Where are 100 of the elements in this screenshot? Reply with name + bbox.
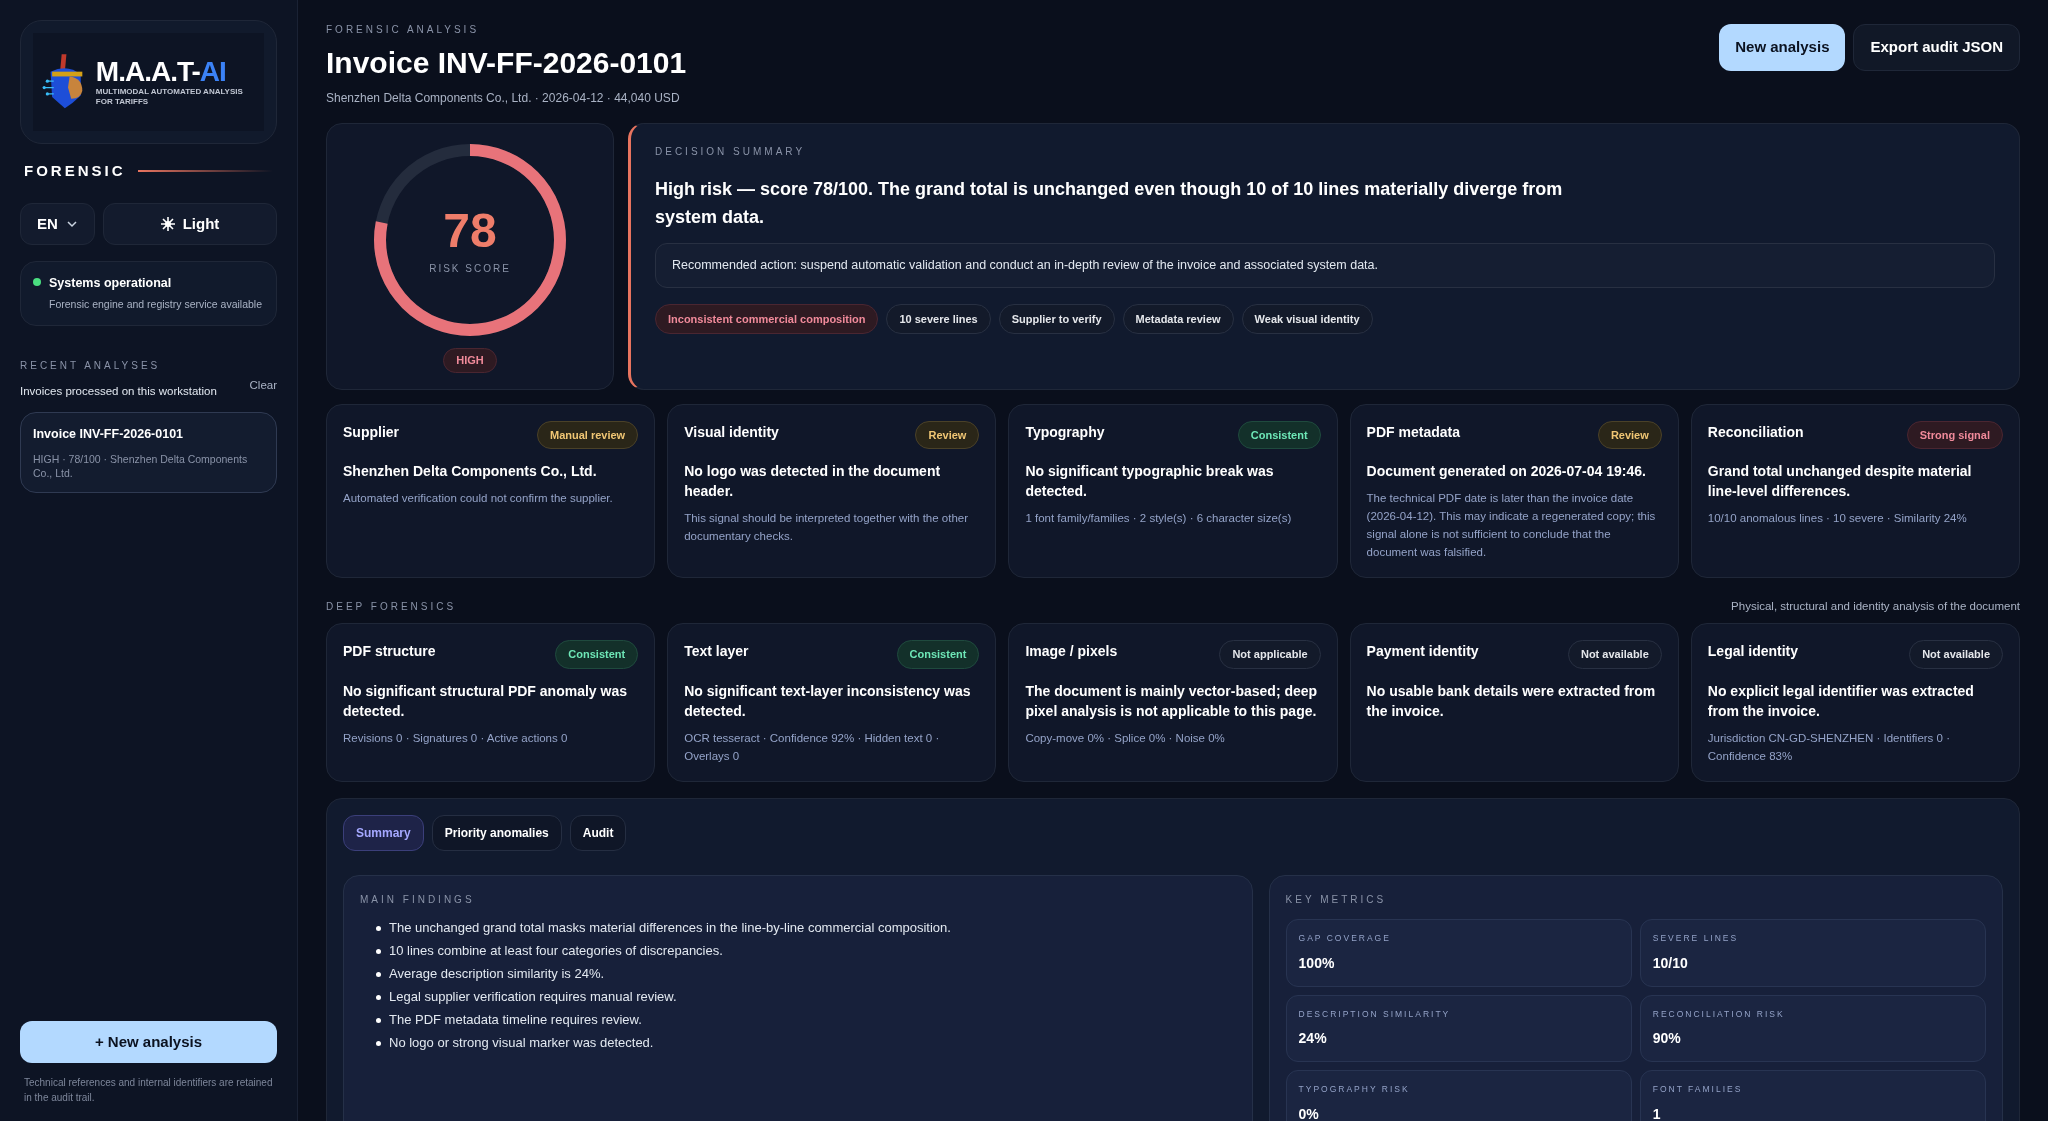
metric-label: DESCRIPTION SIMILARITY (1298, 1007, 1452, 1021)
sun-icon (160, 216, 175, 231)
card-finding: No significant typographic break was detected. (1025, 462, 1275, 501)
card-title: Reconciliation (1707, 422, 1804, 442)
card-finding: No significant text-layer inconsistency was detected. (684, 681, 972, 721)
status-badge: Consistent (896, 640, 980, 669)
footnote: Technical references and internal identifiers are retained in the audit trail. (23, 1076, 274, 1105)
status-badge: Manual review (537, 420, 639, 449)
card-detail: OCR tesseract · Confidence 92% · Hidden text 0 · Overlays 0 (684, 730, 941, 764)
metric-value: 100% (1298, 953, 1336, 973)
card-title: Image / pixels (1025, 642, 1118, 662)
page-eyebrow: FORENSIC ANALYSIS (326, 23, 481, 37)
section-label: DEEP FORENSICS (326, 600, 457, 615)
metric-value: 0% (1298, 1105, 1320, 1121)
bullet-icon (376, 971, 381, 977)
tab[interactable]: Summary (343, 814, 424, 851)
bullet-icon (376, 948, 381, 954)
card-detail: Copy-move 0% · Splice 0% · Noise 0% (1025, 730, 1226, 746)
status-badge: Consistent (1237, 420, 1321, 449)
findings-label: MAIN FINDINGS (360, 892, 476, 907)
recent-subtitle: Invoices processed on this workstation (20, 383, 217, 399)
decision-tag: 10 severe lines (886, 303, 991, 335)
metric-label: TYPOGRAPHY RISK (1298, 1083, 1411, 1096)
finding-item: Average description similarity is 24%. (389, 964, 605, 982)
recent-analysis-item[interactable]: Invoice INV-FF-2026-0101 HIGH · 78/100 · Shenzhen Delta Components Co., Ltd. (20, 411, 277, 493)
metric-value: 1 (1652, 1105, 1662, 1121)
risk-grade: HIGH (443, 348, 497, 373)
export-button[interactable]: Export audit JSON (1853, 24, 2020, 71)
language-select[interactable]: EN (20, 202, 95, 245)
metric-value: 90% (1652, 1029, 1682, 1049)
card-title: Typography (1025, 422, 1105, 442)
page-subtitle: Shenzhen Delta Components Co., Ltd. · 2026-04-12 · 44,040 USD (326, 90, 681, 107)
tab[interactable]: Audit (569, 814, 627, 851)
decision-tag: Weak visual identity (1241, 303, 1373, 335)
card-title: PDF structure (343, 642, 436, 662)
recommended-action: Recommended action: suspend automatic validation and conduct an in-depth review of the invoice and associated system data. (655, 243, 1995, 288)
card-finding: No explicit legal identifier was extracted from the invoice. (1707, 681, 1975, 721)
status-badge: Strong signal (1906, 420, 2003, 449)
status-badge: Review (915, 420, 980, 449)
bullet-icon (376, 1040, 381, 1046)
metric-value: 24% (1298, 1029, 1328, 1049)
finding-item: The unchanged grand total masks material differences in the line-by-line commercial composition. (389, 918, 951, 936)
card-detail: The technical PDF date is later than the invoice date (2026-04-12). This may indicate a regenerated copy; this signal alone is not sufficient to conclude that the document was falsified. (1366, 491, 1657, 560)
bullet-icon (376, 1017, 381, 1023)
status-badge: Not available (1909, 640, 2003, 669)
card-finding: Grand total unchanged despite material line-level differences. (1707, 462, 1973, 501)
recent-detail: HIGH · 78/100 · Shenzhen Delta Components Co., Ltd. (33, 451, 249, 480)
status-badge: Not available (1567, 640, 1662, 669)
metric-label: SEVERE LINES (1652, 931, 1740, 945)
page-title: Invoice INV-FF-2026-0101 (326, 45, 687, 81)
clear-link[interactable]: Clear (249, 376, 277, 394)
card-detail: Revisions 0 · Signatures 0 · Active actions 0 (343, 730, 569, 746)
recent-label: RECENT ANALYSES (20, 358, 162, 373)
tab[interactable]: Priority anomalies (431, 814, 562, 851)
status-badge: Review (1597, 420, 1662, 449)
decision-headline: High risk — score 78/100. The grand total is unchanged even though 10 of 10 lines materially diverge from system data. (655, 178, 1564, 229)
bullet-icon (376, 994, 381, 1000)
metric-label: GAP COVERAGE (1298, 931, 1392, 945)
decision-eyebrow: DECISION SUMMARY (655, 145, 807, 159)
card-finding: Document generated on 2026-07-04 19:46. (1366, 462, 1647, 481)
card-title: Payment identity (1366, 642, 1479, 662)
new-analysis-button[interactable]: New analysis (1719, 24, 1846, 71)
metrics-label: KEY METRICS (1285, 892, 1388, 907)
logo-wordmark: M.A.A.T-AI (95, 57, 227, 87)
card-title: PDF metadata (1366, 422, 1460, 442)
finding-item: The PDF metadata timeline requires review. (389, 1010, 642, 1028)
metric-value: 10/10 (1652, 953, 1689, 973)
card-title: Visual identity (684, 422, 779, 442)
logo-tagline: MULTIMODAL AUTOMATED ANALYSIS FOR TARIFFS (95, 87, 244, 107)
card-title: Supplier (343, 422, 399, 442)
status-detail: Forensic engine and registry service available (49, 296, 263, 312)
card-finding: No significant structural PDF anomaly was detected. (343, 681, 628, 721)
card-title: Text layer (684, 642, 749, 662)
decision-tag: Metadata review (1122, 303, 1234, 335)
decision-tag: Supplier to verify (998, 303, 1115, 335)
card-detail: Automated verification could not confirm the supplier. (343, 491, 614, 506)
metric-label: FONT FAMILIES (1652, 1083, 1744, 1096)
theme-button[interactable]: Light (103, 202, 277, 245)
finding-item: No logo or strong visual marker was detected. (389, 1033, 654, 1051)
card-finding: No logo was detected in the document header. (684, 462, 942, 501)
card-finding: Shenzhen Delta Components Co., Ltd. (343, 462, 598, 481)
card-detail: This signal should be interpreted together with the other documentary checks. (684, 511, 970, 544)
section-caption: Physical, structural and identity analysis of the document (1731, 599, 2020, 614)
card-title: Legal identity (1707, 642, 1799, 662)
metric-label: RECONCILIATION RISK (1652, 1007, 1786, 1021)
risk-score-value: 78 (443, 204, 497, 257)
status-badge: Not applicable (1219, 640, 1321, 669)
section-title: FORENSIC (24, 161, 126, 181)
finding-item: 10 lines combine at least four categories of discrepancies. (389, 941, 723, 959)
finding-item: Legal supplier verification requires manual review. (389, 987, 677, 1005)
card-finding: The document is mainly vector-based; deep pixel analysis is not applicable to this page. (1025, 681, 1319, 721)
status-title: Systems operational (49, 275, 173, 292)
bullet-icon (376, 925, 381, 931)
new-analysis-button[interactable]: + New analysis (20, 1020, 277, 1063)
risk-score-label: RISK SCORE (429, 261, 511, 276)
status-badge: Consistent (555, 640, 639, 669)
card-finding: No usable bank details were extracted from the invoice. (1366, 681, 1657, 721)
decision-tag: Inconsistent commercial composition (655, 303, 879, 335)
card-detail: Jurisdiction CN-GD-SHENZHEN · Identifiers 0 · Confidence 83% (1707, 730, 1951, 764)
recent-title: Invoice INV-FF-2026-0101 (33, 425, 185, 443)
